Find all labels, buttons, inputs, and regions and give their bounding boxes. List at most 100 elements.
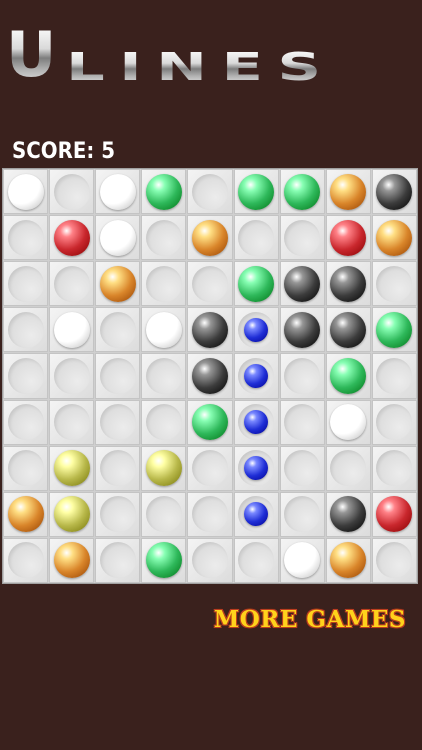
board-cell[interactable] [49,215,95,261]
board-cell[interactable] [233,169,279,215]
board-cell[interactable] [187,399,233,445]
white-ball[interactable] [330,404,367,441]
blue-ball[interactable] [244,363,269,388]
orange-ball[interactable] [376,219,413,256]
board-cell[interactable] [49,307,95,353]
board-cell[interactable] [3,537,49,583]
board-cell[interactable] [279,445,325,491]
orange-ball[interactable] [53,542,90,579]
board-cell[interactable] [49,491,95,537]
board-cell[interactable] [141,445,187,491]
board-cell[interactable] [95,445,141,491]
black-ball[interactable] [191,311,228,348]
board-cell[interactable] [141,537,187,583]
board-cell[interactable] [325,353,371,399]
board-cell[interactable] [371,491,417,537]
board-cell[interactable] [141,307,187,353]
board-cell[interactable] [233,353,279,399]
black-ball[interactable] [284,311,321,348]
board-cell[interactable] [279,399,325,445]
board-cell[interactable] [325,215,371,261]
board-cell[interactable] [3,491,49,537]
board-cell[interactable] [95,491,141,537]
board-cell[interactable] [141,261,187,307]
board-cell[interactable] [233,537,279,583]
board-cell[interactable] [233,215,279,261]
orange-ball[interactable] [7,496,44,533]
board-cell[interactable] [95,215,141,261]
red-ball[interactable] [53,219,90,256]
more-games-button[interactable]: MORE GAMES [214,606,406,633]
board-cell[interactable] [49,353,95,399]
board-cell[interactable] [3,307,49,353]
green-ball[interactable] [284,173,321,210]
board-cell[interactable] [371,307,417,353]
board-cell[interactable] [279,261,325,307]
orange-ball[interactable] [330,173,367,210]
board-cell[interactable] [279,353,325,399]
yellow-ball[interactable] [53,450,90,487]
green-ball[interactable] [145,542,182,579]
board-cell[interactable] [3,445,49,491]
board-cell[interactable] [371,445,417,491]
board-cell[interactable] [325,537,371,583]
black-ball[interactable] [191,357,228,394]
board-cell[interactable] [3,261,49,307]
board-cell[interactable] [279,307,325,353]
blue-ball[interactable] [244,410,269,435]
board-cell[interactable] [95,353,141,399]
board-cell[interactable] [141,215,187,261]
board-cell[interactable] [371,537,417,583]
black-ball[interactable] [330,265,367,302]
white-ball[interactable] [99,219,136,256]
board-cell[interactable] [187,537,233,583]
board-cell[interactable] [371,215,417,261]
board-cell[interactable] [233,491,279,537]
board-cell[interactable] [325,169,371,215]
white-ball[interactable] [284,542,321,579]
green-ball[interactable] [238,173,275,210]
blue-ball[interactable] [244,456,269,481]
board-cell[interactable] [279,215,325,261]
white-ball[interactable] [145,311,182,348]
board-cell[interactable] [49,169,95,215]
board-cell[interactable] [187,353,233,399]
orange-ball[interactable] [330,542,367,579]
board-cell[interactable] [325,261,371,307]
green-ball[interactable] [330,357,367,394]
board-cell[interactable] [371,353,417,399]
board-cell[interactable] [187,445,233,491]
black-ball[interactable] [330,496,367,533]
board-cell[interactable] [95,307,141,353]
board-cell[interactable] [141,399,187,445]
board-cell[interactable] [141,491,187,537]
board-cell[interactable] [49,261,95,307]
board-cell[interactable] [233,261,279,307]
board-cell[interactable] [233,307,279,353]
board-cell[interactable] [371,399,417,445]
board-cell[interactable] [141,169,187,215]
board-cell[interactable] [3,353,49,399]
green-ball[interactable] [238,265,275,302]
board-cell[interactable] [95,399,141,445]
green-ball[interactable] [191,404,228,441]
board-cell[interactable] [325,399,371,445]
board-cell[interactable] [325,307,371,353]
board-cell[interactable] [95,537,141,583]
board-cell[interactable] [187,215,233,261]
white-ball[interactable] [99,173,136,210]
blue-ball[interactable] [244,502,269,527]
board-cell[interactable] [371,261,417,307]
red-ball[interactable] [376,496,413,533]
orange-ball[interactable] [99,265,136,302]
black-ball[interactable] [376,173,413,210]
board-cell[interactable] [187,261,233,307]
black-ball[interactable] [284,265,321,302]
board-cell[interactable] [49,537,95,583]
board-cell[interactable] [279,491,325,537]
board-cell[interactable] [3,169,49,215]
board-cell[interactable] [233,445,279,491]
board-cell[interactable] [279,169,325,215]
board-cell[interactable] [95,261,141,307]
green-ball[interactable] [376,311,413,348]
